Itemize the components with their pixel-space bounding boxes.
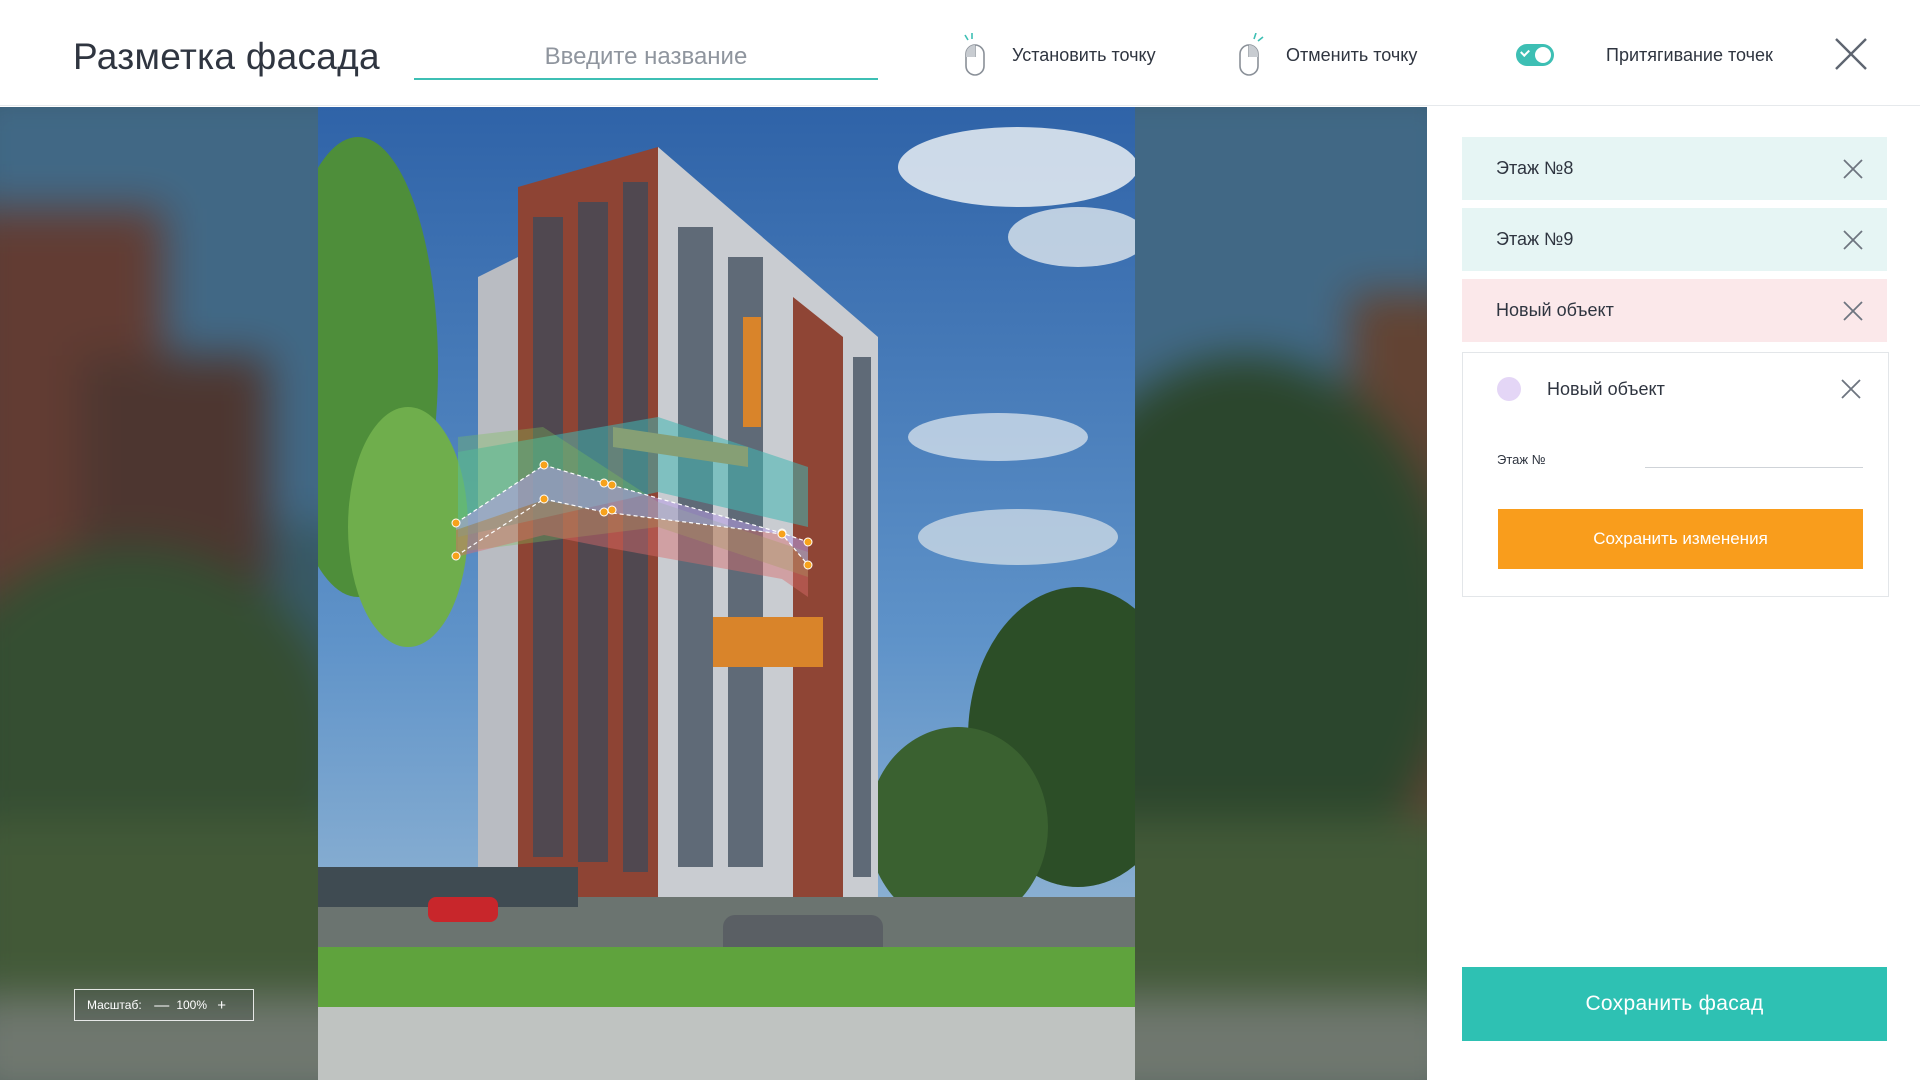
- object-row-floor-9[interactable]: Этаж №9: [1462, 208, 1887, 271]
- zoom-in-button[interactable]: +: [210, 998, 234, 1013]
- object-row-label: Этаж №9: [1496, 229, 1574, 249]
- objects-sidebar: Этаж №8 Этаж №9 Новый объект Новый объек…: [1428, 107, 1920, 1080]
- save-changes-button[interactable]: Сохранить изменения: [1498, 509, 1863, 569]
- save-facade-button[interactable]: Сохранить фасад: [1462, 967, 1887, 1041]
- object-row-new-object[interactable]: Новый объект: [1462, 279, 1887, 342]
- facade-name-input[interactable]: [414, 36, 878, 80]
- undo-point-tool[interactable]: Отменить точку: [1236, 32, 1417, 78]
- zoom-out-button[interactable]: —: [150, 998, 174, 1013]
- close-editor-icon[interactable]: [1834, 37, 1868, 71]
- object-row-label: Этаж №8: [1496, 158, 1574, 178]
- snap-points-label: Притягивание точек: [1606, 44, 1773, 65]
- object-color-picker[interactable]: [1497, 377, 1521, 401]
- zoom-value: 100%: [176, 998, 208, 1012]
- facade-viewer[interactable]: Масштаб: — 100% +: [0, 107, 1427, 1080]
- set-point-tool[interactable]: Установить точку: [962, 32, 1156, 78]
- mouse-right-click-icon: [1239, 33, 1264, 76]
- header: Разметка фасада Установить точку Отменит…: [0, 0, 1920, 106]
- toggle-switch[interactable]: [1516, 44, 1554, 66]
- page-title: Разметка фасада: [73, 36, 380, 77]
- floor-number-input[interactable]: [1645, 441, 1863, 468]
- editor-title: Новый объект: [1547, 379, 1665, 399]
- object-row-floor-8[interactable]: Этаж №8: [1462, 137, 1887, 200]
- zoom-control: Масштаб: — 100% +: [74, 989, 254, 1021]
- object-row-label: Новый объект: [1496, 300, 1614, 320]
- floor-number-label: Этаж №: [1497, 452, 1546, 467]
- object-editor-card: Новый объект Этаж № Сохранить изменения: [1462, 352, 1889, 597]
- mouse-left-click-icon: [964, 33, 985, 76]
- undo-point-label: Отменить точку: [1286, 44, 1418, 65]
- delete-object-icon[interactable]: [1843, 301, 1863, 321]
- delete-object-icon[interactable]: [1843, 230, 1863, 250]
- delete-object-icon[interactable]: [1843, 159, 1863, 179]
- zoom-label: Масштаб:: [87, 998, 142, 1012]
- building-photo: [318, 107, 1135, 1080]
- set-point-label: Установить точку: [1012, 44, 1156, 65]
- close-editor-card-icon[interactable]: [1841, 379, 1861, 399]
- snap-points-toggle[interactable]: Притягивание точек: [1516, 44, 1773, 66]
